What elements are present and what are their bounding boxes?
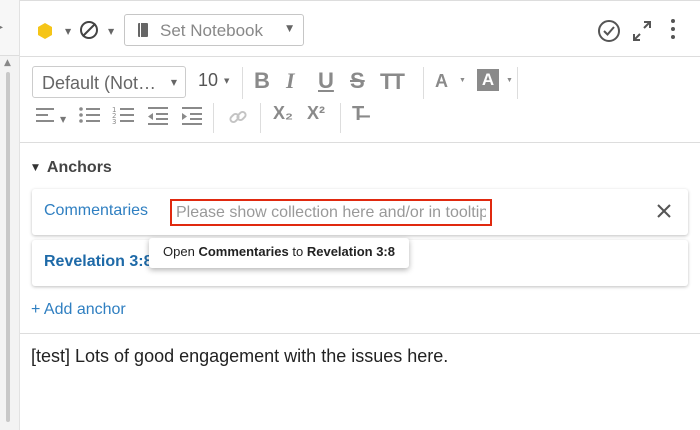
anchor-card: Commentaries (32, 189, 688, 235)
add-anchor-button[interactable]: + Add anchor (31, 301, 126, 319)
tooltip-joiner: to (292, 244, 304, 259)
scroll-up-arrow-icon[interactable]: ▲ (4, 58, 11, 68)
notebook-select-label: Set Notebook (160, 21, 264, 40)
note-editor-panel: ▸ ▲ ▼ ▼ Set Notebook ▼ Default (Not… ▼ 1… (0, 0, 700, 430)
left-scroll-strip: ▸ ▲ (0, 0, 20, 430)
clear-format-button[interactable]: T̶ (352, 103, 364, 126)
chevron-down-icon: ▼ (286, 24, 293, 34)
tooltip-target: Commentaries (198, 244, 289, 259)
highlight-color-button[interactable]: A (477, 69, 499, 91)
set-notebook-select[interactable]: Set Notebook ▼ (124, 14, 304, 46)
anchor-tooltip: Open Commentaries to Revelation 3:8 (149, 238, 409, 268)
font-family-select[interactable]: Default (Not… ▼ (32, 66, 186, 98)
tooltip-prefix: Open (163, 244, 195, 259)
chevron-down-icon: ▼ (170, 78, 177, 87)
kebab-menu-icon[interactable] (670, 19, 676, 43)
scrollbar-thumb[interactable] (6, 72, 10, 422)
strikethrough-button[interactable]: S (350, 68, 365, 94)
notebook-icon (138, 23, 148, 37)
anchor-link-revelation[interactable]: Revelation 3:8 (44, 253, 152, 271)
indent-icon[interactable] (180, 105, 204, 127)
check-circle-icon[interactable] (598, 20, 620, 42)
link-icon[interactable] (228, 107, 248, 127)
expand-icon[interactable] (632, 20, 652, 42)
triangle-down-icon: ▼ (32, 163, 39, 173)
font-color-button[interactable]: A (435, 71, 448, 92)
anchor-link-commentaries[interactable]: Commentaries (44, 202, 148, 220)
anchor-collection-input[interactable] (170, 199, 492, 226)
outdent-icon[interactable] (146, 105, 170, 127)
text-case-button[interactable]: TT (380, 69, 405, 95)
tag-dropdown-caret-icon[interactable]: ▼ (65, 27, 71, 36)
font-size-select[interactable]: 10 (198, 70, 218, 91)
align-left-icon[interactable] (34, 105, 58, 127)
collapse-chevron-icon[interactable]: ▸ (0, 22, 3, 33)
bold-button[interactable]: B (254, 68, 270, 94)
anchors-section-toggle[interactable]: ▼ Anchors (32, 157, 112, 177)
font-color-caret-icon[interactable]: ▼ (459, 77, 466, 84)
svg-text:3: 3 (112, 118, 116, 126)
underline-button[interactable]: U (318, 68, 334, 94)
anchors-title: Anchors (46, 159, 112, 176)
font-size-caret-icon[interactable]: ▼ (224, 77, 229, 85)
highlight-caret-icon[interactable]: ▼ (506, 77, 513, 84)
bullet-list-icon[interactable] (78, 105, 102, 127)
formatting-toolbar-row-2: ▼ 123 X₂ X² T̶ (20, 101, 700, 135)
superscript-button[interactable]: X² (307, 103, 325, 124)
numbered-list-icon[interactable]: 123 (112, 105, 136, 127)
note-header-toolbar: ▼ ▼ Set Notebook ▼ (20, 6, 700, 56)
note-body-text[interactable]: [test] Lots of good engagement with the … (31, 346, 448, 367)
close-icon[interactable] (656, 203, 672, 219)
tag-icon[interactable] (38, 23, 52, 39)
formatting-toolbar: Default (Not… ▼ 10 ▼ B I U S TT A ▼ A ▼ … (20, 57, 700, 142)
no-entry-dropdown-caret-icon[interactable]: ▼ (108, 27, 114, 36)
subscript-button[interactable]: X₂ (273, 103, 293, 124)
align-caret-icon[interactable]: ▼ (60, 115, 66, 124)
no-entry-icon[interactable] (80, 21, 98, 39)
font-family-value: Default (Not… (42, 73, 157, 93)
tooltip-reference: Revelation 3:8 (306, 244, 395, 259)
italic-button[interactable]: I (286, 68, 295, 94)
